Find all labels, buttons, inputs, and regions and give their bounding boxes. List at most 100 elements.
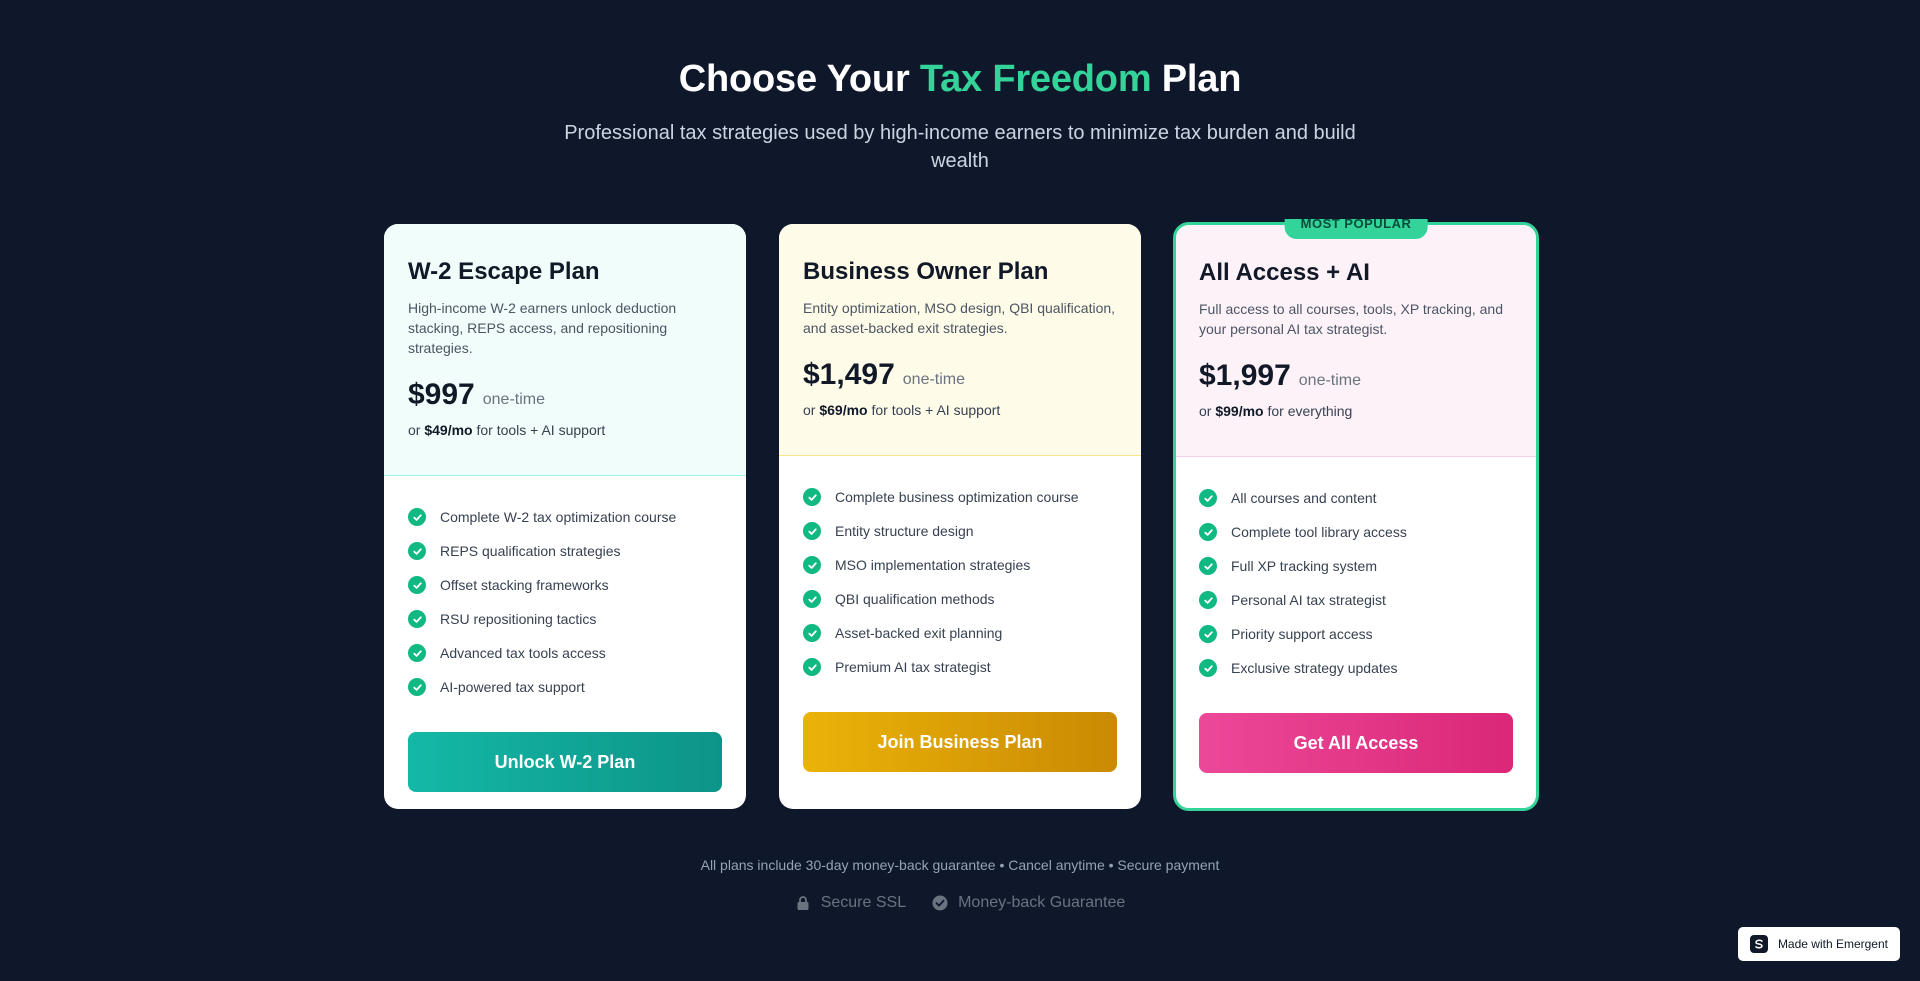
feature-item: Priority support access: [1199, 617, 1512, 651]
feature-text: Asset-backed exit planning: [835, 625, 1003, 641]
plan-price: $1,997: [1199, 359, 1291, 392]
feature-item: Asset-backed exit planning: [803, 616, 1117, 650]
feature-text: Exclusive strategy updates: [1231, 660, 1398, 676]
plan-card-w2: W-2 Escape Plan High-income W-2 earners …: [384, 224, 746, 809]
pricing-page: Choose Your Tax Freedom Plan Professiona…: [0, 0, 1920, 981]
plan-card-all-access: MOST POPULAR All Access + AI Full access…: [1173, 219, 1539, 811]
feature-item: Premium AI tax strategist: [803, 650, 1117, 684]
page-subtitle: Professional tax strategies used by high…: [564, 122, 1356, 172]
feature-text: Complete tool library access: [1231, 524, 1407, 540]
check-circle-icon: [803, 624, 821, 642]
badge-label: MOST POPULAR: [1300, 219, 1412, 231]
feature-text: Personal AI tax strategist: [1231, 592, 1386, 608]
feature-item: Entity structure design: [803, 514, 1117, 548]
feature-text: All courses and content: [1231, 490, 1377, 506]
check-circle-icon: [803, 488, 821, 506]
feature-item: Offset stacking frameworks: [408, 568, 722, 602]
check-circle-icon: [408, 678, 426, 696]
get-all-access-button[interactable]: Get All Access: [1199, 713, 1513, 773]
plan-card-header: W-2 Escape Plan High-income W-2 earners …: [384, 224, 746, 476]
guarantee-note: All plans include 30-day money-back guar…: [700, 857, 1220, 873]
feature-item: Personal AI tax strategist: [1199, 583, 1512, 617]
trust-badges: Secure SSL Money-back Guarantee: [0, 894, 1920, 912]
plan-name: W-2 Escape Plan: [408, 258, 600, 285]
feature-item: QBI qualification methods: [803, 582, 1117, 616]
feature-text: Full XP tracking system: [1231, 558, 1378, 574]
monthly-option: or $99/mo for everything: [1199, 403, 1512, 419]
check-circle-icon: [408, 508, 426, 526]
check-circle-icon: [1199, 489, 1217, 507]
join-business-plan-button[interactable]: Join Business Plan: [803, 712, 1117, 772]
alt-suffix: for tools + AI support: [472, 422, 606, 438]
feature-text: QBI qualification methods: [835, 591, 995, 607]
feature-item: Complete W-2 tax optimization course: [408, 500, 722, 534]
feature-item: AI-powered tax support: [408, 670, 722, 704]
feature-text: REPS qualification strategies: [440, 543, 621, 559]
plan-description: Entity optimization, MSO design, QBI qua…: [803, 300, 1116, 336]
alt-prefix: or: [408, 422, 425, 438]
title-prefix: Choose Your: [678, 58, 920, 100]
alt-prefix: or: [1199, 403, 1216, 419]
check-circle-icon: [408, 610, 426, 628]
plan-price: $1,497: [803, 358, 895, 391]
check-circle-icon: [1199, 659, 1217, 677]
monthly-price: $69/mo: [819, 402, 868, 418]
money-back-label: Money-back Guarantee: [958, 894, 1126, 911]
plan-description: High-income W-2 earners unlock deduction…: [408, 300, 677, 356]
feature-item: Advanced tax tools access: [408, 636, 722, 670]
page-title: Choose Your Tax Freedom Plan: [0, 58, 1920, 101]
alt-suffix: for everything: [1263, 403, 1353, 419]
plan-card-header: All Access + AI Full access to all cours…: [1176, 225, 1536, 457]
feature-item: Exclusive strategy updates: [1199, 651, 1512, 685]
made-with-label: Made with Emergent: [1777, 937, 1888, 951]
feature-text: AI-powered tax support: [440, 679, 585, 695]
feature-item: Complete business optimization course: [803, 480, 1117, 514]
check-circle-icon: [1199, 625, 1217, 643]
feature-item: REPS qualification strategies: [408, 534, 722, 568]
emergent-logo-icon: [1749, 935, 1768, 953]
check-circle-icon: [803, 556, 821, 574]
price-row: $997 one-time: [408, 378, 722, 412]
unlock-w2-plan-button[interactable]: Unlock W-2 Plan: [408, 732, 722, 792]
feature-text: Entity structure design: [835, 523, 974, 539]
check-circle-icon: [408, 644, 426, 662]
title-suffix: Plan: [1151, 58, 1242, 100]
feature-text: Advanced tax tools access: [440, 645, 606, 661]
feature-text: Complete business optimization course: [835, 489, 1079, 505]
title-accent: Tax Freedom: [919, 58, 1152, 100]
check-circle-icon: [1199, 523, 1217, 541]
lock-icon: [797, 896, 809, 910]
feature-item: Full XP tracking system: [1199, 549, 1512, 583]
made-with-emergent-badge[interactable]: Made with Emergent: [1737, 927, 1900, 961]
price-unit: one-time: [1298, 372, 1362, 389]
feature-list: Complete business optimization course En…: [779, 456, 1141, 684]
check-circle-icon: [932, 895, 948, 911]
monthly-option: or $69/mo for tools + AI support: [803, 402, 1117, 418]
alt-prefix: or: [803, 402, 820, 418]
plan-description: Full access to all courses, tools, XP tr…: [1199, 301, 1503, 337]
secure-ssl-badge: Secure SSL: [795, 894, 906, 912]
feature-item: All courses and content: [1199, 481, 1512, 515]
check-circle-icon: [408, 542, 426, 560]
plan-card-business: Business Owner Plan Entity optimization,…: [779, 224, 1141, 809]
price-row: $1,497 one-time: [803, 358, 1117, 392]
most-popular-badge: MOST POPULAR: [1284, 219, 1428, 239]
feature-text: MSO implementation strategies: [835, 557, 1031, 573]
price-row: $1,997 one-time: [1199, 359, 1512, 393]
plan-price: $997: [408, 378, 475, 411]
alt-suffix: for tools + AI support: [867, 402, 1001, 418]
feature-item: Complete tool library access: [1199, 515, 1512, 549]
price-unit: one-time: [902, 371, 966, 388]
plan-name: All Access + AI: [1199, 259, 1370, 286]
feature-item: RSU repositioning tactics: [408, 602, 722, 636]
feature-text: Offset stacking frameworks: [440, 577, 609, 593]
check-circle-icon: [803, 590, 821, 608]
feature-list: All courses and content Complete tool li…: [1176, 457, 1536, 685]
feature-text: Complete W-2 tax optimization course: [440, 509, 677, 525]
monthly-price: $99/mo: [1215, 403, 1264, 419]
feature-item: MSO implementation strategies: [803, 548, 1117, 582]
check-circle-icon: [803, 658, 821, 676]
check-circle-icon: [408, 576, 426, 594]
plan-name: Business Owner Plan: [803, 258, 1049, 285]
check-circle-icon: [1199, 591, 1217, 609]
